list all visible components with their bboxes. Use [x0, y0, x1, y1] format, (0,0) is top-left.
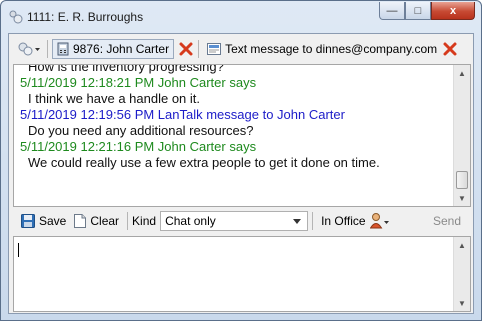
scroll-thumb[interactable]	[456, 171, 468, 189]
text-tab-label: Text message to dinnes@company.com	[225, 42, 438, 56]
status-label: In Office	[321, 214, 366, 228]
scroll-down-arrow[interactable]: ▼	[454, 190, 470, 206]
contacts-dropdown-button[interactable]	[15, 39, 43, 59]
message-header: 5/11/2019 12:18:21 PM John Carter says	[20, 75, 257, 90]
save-icon	[21, 214, 35, 228]
message-header: 5/11/2019 12:19:56 PM LanTalk message to…	[20, 107, 345, 122]
message-text: How is the inventory progressing?	[28, 64, 224, 74]
message-icon	[207, 43, 222, 55]
kind-label: Kind	[132, 214, 157, 228]
kind-value: Chat only	[165, 214, 216, 228]
window-title: 1111: E. R. Burroughs	[27, 10, 144, 24]
title-bar[interactable]: 1111: E. R. Burroughs — □ x	[1, 1, 481, 31]
chat-history[interactable]: How is the inventory progressing? 5/11/20…	[13, 64, 471, 207]
maximize-button[interactable]: □	[405, 2, 431, 20]
close-tab-icon[interactable]	[442, 41, 458, 57]
status-person-icon	[369, 213, 389, 229]
message-header: 5/11/2019 12:21:16 PM John Carter says	[20, 139, 257, 154]
contact-tab-label: 9876: John Carter	[73, 42, 170, 56]
client-area: 9876: John Carter Text message to dinnes…	[8, 33, 474, 314]
message-text: We could really use a few extra people t…	[28, 155, 380, 170]
toolbar-separator	[47, 40, 48, 58]
top-toolbar: 9876: John Carter Text message to dinnes…	[9, 34, 473, 64]
contact-tab-john-carter[interactable]: 9876: John Carter	[52, 39, 175, 59]
scroll-up-arrow[interactable]: ▲	[454, 237, 470, 253]
save-button[interactable]: Save	[17, 214, 70, 228]
text-message-tab[interactable]: Text message to dinnes@company.com	[203, 39, 441, 59]
dropdown-arrow-icon	[293, 218, 302, 224]
scroll-up-arrow[interactable]: ▲	[454, 65, 470, 81]
message-text: I think we have a handle on it.	[28, 91, 201, 106]
toolbar-separator	[198, 40, 200, 58]
clear-icon	[74, 214, 87, 228]
message-text: Do you need any additional resources?	[28, 123, 254, 138]
kind-select[interactable]: Chat only	[160, 211, 309, 231]
bottom-toolbar: Save Clear Kind Chat only In Office Send	[9, 208, 473, 234]
text-caret	[18, 243, 19, 257]
app-icon	[9, 10, 23, 24]
close-button[interactable]: x	[431, 2, 475, 20]
chat-scrollbar[interactable]: ▲ ▼	[453, 65, 470, 206]
compose-scrollbar[interactable]: ▲ ▼	[453, 237, 470, 311]
contacts-dropdown-icon	[18, 42, 40, 56]
minimize-button[interactable]: —	[379, 2, 405, 20]
toolbar-separator	[312, 212, 314, 230]
status-dropdown[interactable]: In Office	[317, 213, 393, 229]
minimize-icon: —	[386, 4, 398, 17]
chat-messages: How is the inventory progressing? 5/11/20…	[20, 64, 450, 171]
chat-window: 1111: E. R. Burroughs — □ x 9876: John C…	[0, 0, 482, 321]
close-tab-icon[interactable]	[178, 41, 194, 57]
scroll-down-arrow[interactable]: ▼	[454, 295, 470, 311]
clear-label: Clear	[90, 214, 120, 228]
compose-area[interactable]: ▲ ▼	[13, 236, 471, 312]
phone-icon	[57, 42, 69, 56]
clear-button[interactable]: Clear	[70, 214, 123, 228]
toolbar-separator	[127, 212, 129, 230]
save-label: Save	[39, 214, 67, 228]
maximize-icon: □	[414, 4, 422, 17]
send-button[interactable]: Send	[433, 214, 461, 228]
close-icon: x	[449, 4, 457, 17]
